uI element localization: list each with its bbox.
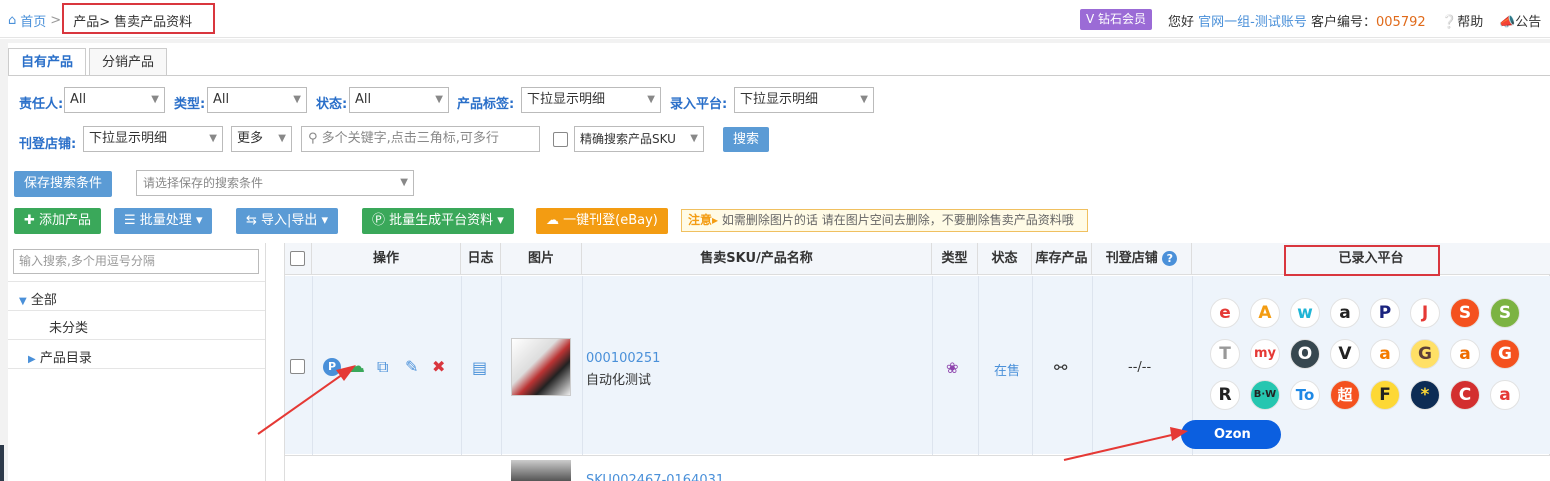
annotation-arrows <box>257 365 1188 461</box>
side-strip <box>0 445 4 481</box>
